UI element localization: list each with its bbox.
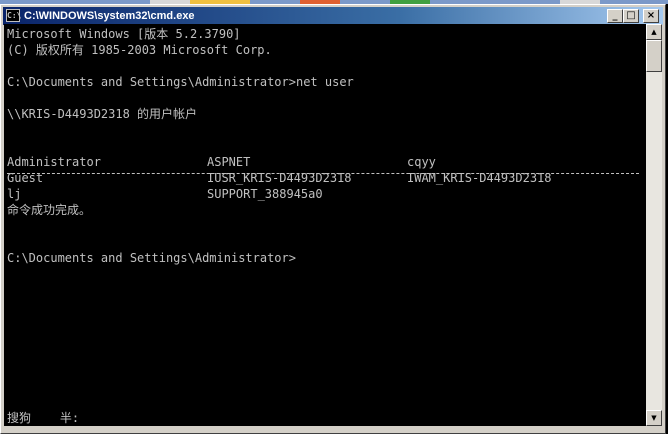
success-message: 命令成功完成。: [7, 203, 92, 217]
table-row: lj SUPPORT_388945a0: [4, 186, 644, 202]
command-prompt-line: C:\Documents and Settings\Administrator>…: [7, 75, 354, 89]
user-name: Guest: [7, 171, 44, 185]
user-name: IUSR_KRIS-D4493D2318: [207, 171, 352, 185]
scroll-down-icon[interactable]: ▼: [646, 410, 662, 426]
maximize-button[interactable]: □: [623, 9, 639, 23]
table-row: Administrator ASPNET cqyy: [4, 154, 644, 170]
user-name: Administrator: [7, 155, 101, 169]
minimize-button[interactable]: _: [607, 9, 623, 23]
user-name: ASPNET: [207, 155, 251, 169]
table-row: Guest IUSR_KRIS-D4493D2318 IWAM_KRIS-D44…: [4, 170, 644, 186]
close-button[interactable]: ×: [643, 9, 659, 23]
version-line: Microsoft Windows [版本 5.2.3790]: [7, 27, 241, 41]
title-bar[interactable]: C:\ C:\WINDOWS\system32\cmd.exe _ □ ×: [3, 7, 663, 25]
user-name: SUPPORT_388945a0: [207, 187, 323, 201]
user-name: cqyy: [407, 155, 436, 169]
vertical-scrollbar[interactable]: ▲ ▼: [646, 24, 662, 426]
current-prompt: C:\Documents and Settings\Administrator>: [7, 251, 296, 265]
window-title: C:\WINDOWS\system32\cmd.exe: [24, 10, 195, 22]
scroll-up-icon[interactable]: ▲: [646, 24, 662, 40]
copyright-line: (C) 版权所有 1985-2003 Microsoft Corp.: [7, 43, 272, 57]
scroll-thumb[interactable]: [646, 40, 662, 72]
cmd-icon: C:\: [6, 9, 22, 22]
ime-status-bar[interactable]: 搜狗 半:: [7, 410, 79, 426]
user-name: IWAM_KRIS-D4493D2318: [407, 171, 552, 185]
user-accounts-header: \\KRIS-D4493D2318 的用户帐户: [7, 107, 198, 121]
console-output[interactable]: Microsoft Windows [版本 5.2.3790] (C) 版权所有…: [4, 24, 646, 426]
user-name: lj: [7, 187, 22, 201]
